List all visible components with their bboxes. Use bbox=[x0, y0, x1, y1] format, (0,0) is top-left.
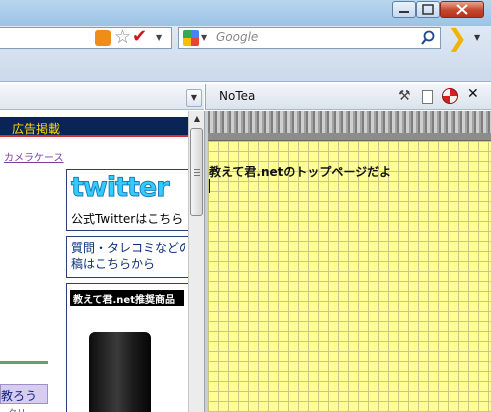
favorite-star-icon[interactable]: ☆ bbox=[114, 27, 131, 47]
qa-line-1: 質問・タレコミなどの投 bbox=[71, 241, 185, 255]
grip-line bbox=[194, 172, 200, 173]
search-engine-dropdown-icon[interactable]: ▼ bbox=[201, 33, 207, 42]
learn-tab-label: 教ろう bbox=[1, 389, 38, 403]
sidebar-close-icon[interactable]: ✕ bbox=[467, 86, 479, 102]
grip-line bbox=[194, 169, 200, 170]
help-lifebuoy-icon[interactable] bbox=[442, 88, 458, 104]
qa-submit-link[interactable]: 質問・タレコミなどの投 稿はこちらから bbox=[66, 236, 188, 278]
minimize-icon bbox=[399, 11, 409, 13]
twitter-caption[interactable]: 公式Twitterはこちら bbox=[71, 210, 183, 227]
note-text[interactable]: 教えて君.netのトップページだよ bbox=[209, 163, 391, 180]
recommended-product-box[interactable]: 教えて君.net推奨商品 bbox=[66, 283, 188, 412]
ad-header: 広告掲載 bbox=[0, 117, 188, 137]
document-icon[interactable] bbox=[422, 90, 433, 104]
learn-tab[interactable]: 教ろう bbox=[0, 384, 48, 404]
rss-feed-icon[interactable] bbox=[95, 30, 111, 46]
minimize-button[interactable] bbox=[392, 1, 416, 18]
product-image[interactable] bbox=[89, 332, 151, 412]
scroll-thumb[interactable] bbox=[190, 128, 203, 216]
sidebar-title: NoTea bbox=[219, 89, 256, 103]
search-input[interactable]: Google bbox=[216, 30, 258, 44]
twitter-banner[interactable]: twitter 公式Twitterはこちら bbox=[66, 169, 188, 231]
qa-line-2: 稿はこちらから bbox=[71, 257, 156, 271]
camera-case-link[interactable]: カメラケース bbox=[4, 149, 64, 164]
product-header-label: 教えて君.net推奨商品 bbox=[73, 295, 175, 306]
tab-list-dropdown[interactable]: ▼ bbox=[186, 89, 202, 107]
web-page: 広告掲載 カメラケース twitter 公式Twitterはこちら 質問・タレコ… bbox=[0, 111, 188, 412]
browser-window: ☆ ✔ ▼ ▼ Google ❯ ▼ ▼ 広告掲載 カメラケース twitter… bbox=[0, 0, 491, 412]
note-pad[interactable] bbox=[208, 111, 491, 412]
grip-line bbox=[194, 175, 200, 176]
maximize-button[interactable] bbox=[416, 1, 440, 18]
tools-icon[interactable]: ⚒ bbox=[398, 88, 411, 104]
spiral-binding-base bbox=[208, 133, 491, 141]
learn-sub-text: クリ bbox=[8, 406, 26, 412]
check-icon[interactable]: ✔ bbox=[132, 27, 147, 47]
scroll-up-icon[interactable]: ▲ bbox=[189, 111, 205, 127]
page-scrollbar[interactable]: ▲ bbox=[188, 111, 204, 412]
divider-line bbox=[0, 361, 48, 364]
maximize-icon bbox=[422, 4, 434, 15]
google-search-engine-icon[interactable] bbox=[183, 30, 199, 46]
ad-header-label: 広告掲載 bbox=[12, 122, 61, 136]
search-icon[interactable] bbox=[420, 30, 436, 46]
close-icon bbox=[456, 4, 468, 15]
address-dropdown-icon[interactable]: ▼ bbox=[156, 33, 162, 42]
go-arrow-icon[interactable]: ❯ bbox=[447, 26, 467, 50]
close-window-button[interactable] bbox=[440, 1, 484, 18]
text-caret bbox=[209, 179, 210, 193]
product-header: 教えて君.net推奨商品 bbox=[70, 290, 184, 306]
twitter-logo: twitter bbox=[71, 172, 171, 204]
content-tab-bar bbox=[0, 84, 204, 110]
more-dropdown-icon[interactable]: ▼ bbox=[474, 33, 480, 42]
